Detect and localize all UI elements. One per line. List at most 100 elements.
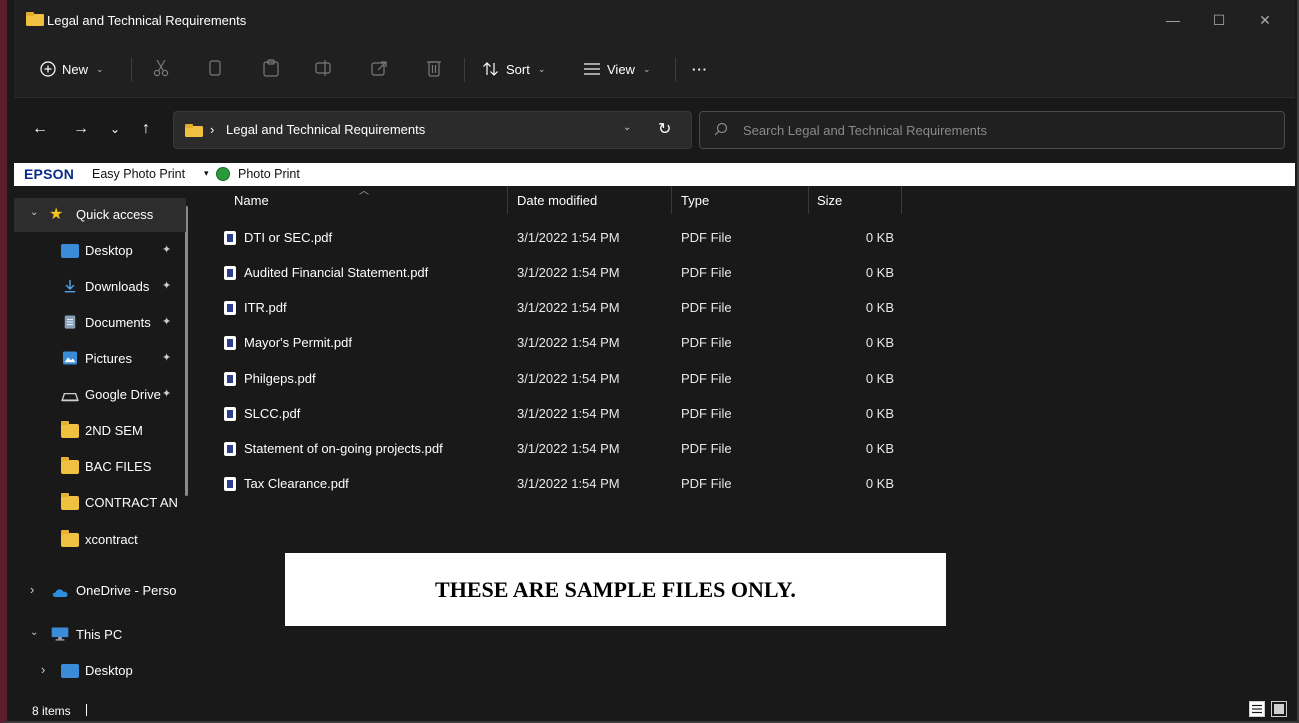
delete-icon[interactable] [426,59,442,77]
file-name: Statement of on-going projects.pdf [244,441,443,456]
address-dropdown-icon[interactable]: ⌄ [623,122,631,133]
file-row[interactable]: Tax Clearance.pdf 3/1/2022 1:54 PM PDF F… [198,466,918,501]
folder-icon [61,530,79,547]
file-size: 0 KB [865,476,894,491]
column-divider[interactable] [901,186,902,214]
back-arrow-icon[interactable]: ← [32,120,48,138]
share-icon[interactable] [371,59,389,77]
folder-icon [185,124,203,137]
address-bar[interactable]: › Legal and Technical Requirements ⌄ ↻ [173,111,692,149]
sidebar-item-quick-access[interactable]: ⌄ ★ Quick access [14,198,186,232]
recent-locations-chevron-icon[interactable]: ⌄ [110,122,120,136]
details-view-icon[interactable] [1249,701,1265,717]
file-name: ITR.pdf [244,300,287,315]
file-row[interactable]: SLCC.pdf 3/1/2022 1:54 PM PDF File 0 KB [198,396,918,431]
chevron-down-icon: ⌄ [96,63,104,74]
dropdown-arrow-icon[interactable]: ▾ [204,168,209,179]
cloud-icon [52,589,68,598]
maximize-button[interactable]: ☐ [1196,0,1242,40]
chevron-down-icon[interactable]: ⌄ [30,207,38,218]
command-bar: New ⌄ Sort ⌄ View ⌄ ··· [14,40,1295,98]
column-header-name[interactable]: Name [234,193,269,208]
breadcrumb[interactable]: Legal and Technical Requirements [226,122,425,137]
column-header-type[interactable]: Type [681,193,709,208]
file-name: DTI or SEC.pdf [244,230,333,245]
search-icon [714,122,728,136]
notice-text: THESE ARE SAMPLE FILES ONLY. [435,576,796,602]
large-icons-view-icon[interactable] [1271,701,1287,717]
column-header-size[interactable]: Size [817,193,842,208]
copy-icon[interactable] [208,59,222,77]
chevron-down-icon[interactable]: ⌄ [30,627,38,638]
toolbar-divider [131,58,132,82]
column-divider[interactable] [671,186,672,214]
sidebar-item-xcontract[interactable]: xcontract [14,523,186,557]
sidebar-item-google-drive[interactable]: Google Drive ✦ [14,378,186,412]
sidebar-item-contract[interactable]: CONTRACT AN [14,486,186,520]
pdf-file-icon [224,266,236,280]
sort-icon [483,62,498,76]
sidebar-item-this-pc[interactable]: ⌄ This PC [14,618,186,652]
sidebar-item-this-pc-desktop[interactable]: › Desktop [14,654,186,688]
pin-icon[interactable]: ✦ [162,351,171,364]
close-button[interactable]: ✕ [1242,0,1288,40]
sidebar-item-onedrive[interactable]: › OneDrive - Perso [14,574,186,608]
pdf-file-icon [224,336,236,350]
photo-print-icon [216,167,230,181]
minimize-button[interactable]: — [1150,0,1196,40]
photo-print-button[interactable]: Photo Print [238,167,300,181]
file-row[interactable]: ITR.pdf 3/1/2022 1:54 PM PDF File 0 KB [198,290,918,325]
file-date: 3/1/2022 1:54 PM [517,335,620,350]
pin-icon[interactable]: ✦ [162,243,171,256]
chevron-right-icon[interactable]: › [30,582,34,597]
view-button[interactable]: View ⌄ [583,55,651,83]
cut-icon[interactable] [153,59,169,77]
file-size: 0 KB [865,371,894,386]
file-date: 3/1/2022 1:54 PM [517,371,620,386]
sort-button[interactable]: Sort ⌄ [482,55,545,83]
file-date: 3/1/2022 1:54 PM [517,476,620,491]
pin-icon[interactable]: ✦ [162,279,171,292]
column-divider[interactable] [507,186,508,214]
pin-icon[interactable]: ✦ [162,315,171,328]
star-icon: ★ [49,206,64,223]
file-name: Tax Clearance.pdf [244,476,349,491]
file-name: SLCC.pdf [244,406,301,421]
new-button[interactable]: New ⌄ [40,55,104,83]
refresh-icon[interactable]: ↻ [658,119,671,139]
sidebar-item-label: BAC FILES [85,459,152,474]
file-row[interactable]: Statement of on-going projects.pdf 3/1/2… [198,431,918,466]
search-input[interactable]: Search Legal and Technical Requirements [699,111,1285,149]
rename-icon[interactable] [315,59,333,77]
sort-indicator-icon: ︿ [359,186,369,197]
sidebar-item-desktop[interactable]: Desktop ✦ [14,234,186,268]
more-options-button[interactable]: ··· [692,55,708,83]
forward-arrow-icon[interactable]: → [73,120,89,138]
file-size: 0 KB [865,406,894,421]
sidebar-item-2nd-sem[interactable]: 2ND SEM [14,414,186,448]
file-size: 0 KB [865,230,894,245]
sidebar-item-pictures[interactable]: Pictures ✦ [14,342,186,376]
navigation-pane: ⌄ ★ Quick access Desktop ✦ Downloads ✦ D… [14,186,198,697]
sidebar-item-bac-files[interactable]: BAC FILES [14,450,186,484]
sidebar-item-label: 2ND SEM [85,423,143,438]
file-row[interactable]: Philgeps.pdf 3/1/2022 1:54 PM PDF File 0… [198,361,918,396]
sidebar-item-documents[interactable]: Documents ✦ [14,306,186,340]
sidebar-item-downloads[interactable]: Downloads ✦ [14,270,186,304]
sidebar-item-label: Desktop [85,663,133,678]
folder-icon [61,421,79,438]
paste-icon[interactable] [263,59,279,77]
column-divider[interactable] [808,186,809,214]
pin-icon[interactable]: ✦ [162,387,171,400]
file-row[interactable]: Mayor's Permit.pdf 3/1/2022 1:54 PM PDF … [198,325,918,360]
sidebar-item-label: Quick access [76,207,154,222]
column-header-date-modified[interactable]: Date modified [517,193,597,208]
sidebar-item-label: This PC [76,627,123,642]
folder-icon [61,457,79,474]
up-arrow-icon[interactable]: ↑ [142,120,150,138]
file-row[interactable]: DTI or SEC.pdf 3/1/2022 1:54 PM PDF File… [198,220,918,255]
easy-photo-print-button[interactable]: Easy Photo Print [92,167,185,181]
file-row[interactable]: Audited Financial Statement.pdf 3/1/2022… [198,255,918,290]
file-name: Philgeps.pdf [244,371,316,386]
chevron-right-icon[interactable]: › [41,662,45,677]
